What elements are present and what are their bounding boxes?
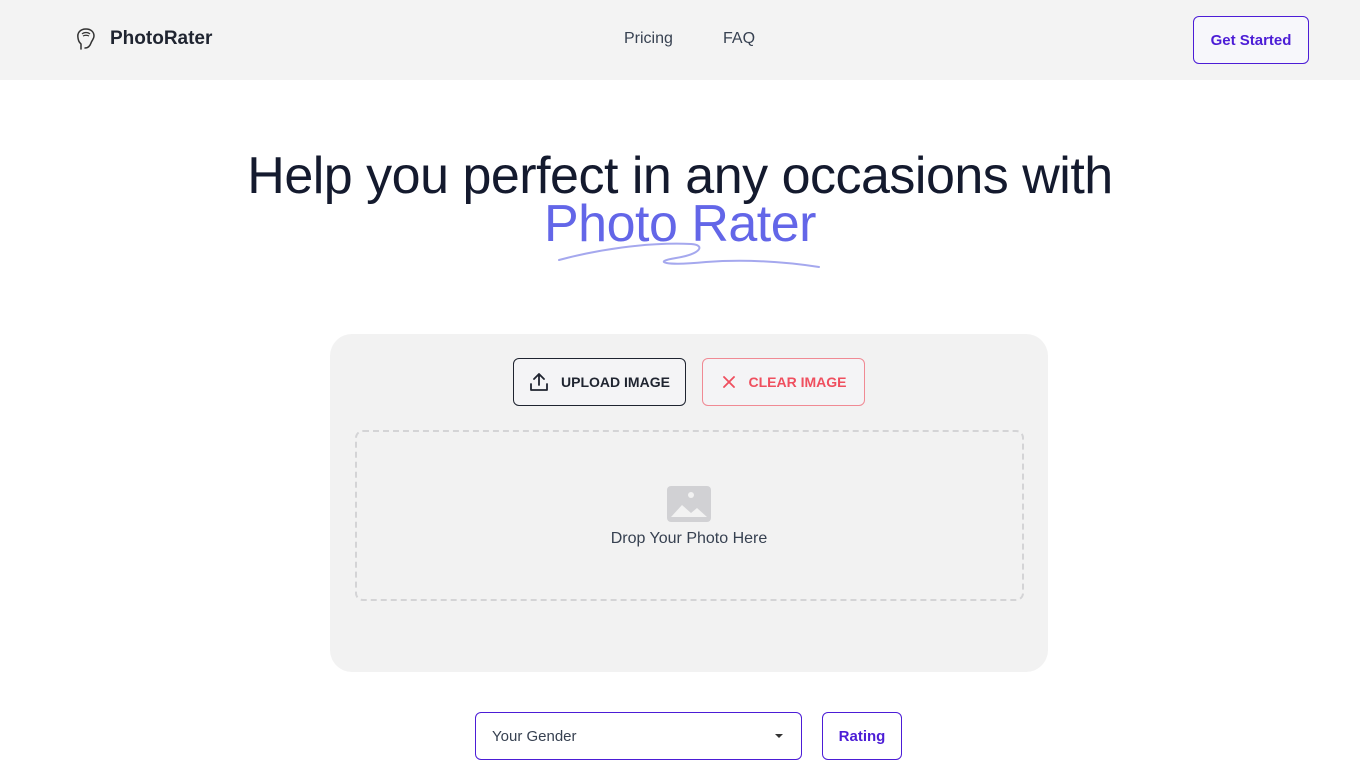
rating-button[interactable]: Rating [822, 712, 902, 760]
brand-logo[interactable]: PhotoRater [74, 26, 212, 52]
clear-image-label: CLEAR IMAGE [748, 374, 847, 390]
upload-image-button[interactable]: UPLOAD IMAGE [513, 358, 686, 406]
nav-pricing[interactable]: Pricing [624, 30, 673, 48]
nav-faq[interactable]: FAQ [723, 30, 755, 48]
gender-select[interactable]: Your Gender [475, 712, 802, 760]
upload-image-label: UPLOAD IMAGE [561, 374, 670, 390]
close-icon [722, 376, 735, 388]
gender-select-value: Your Gender [492, 727, 577, 745]
image-placeholder-icon [667, 486, 711, 522]
brand-name: PhotoRater [110, 28, 213, 49]
get-started-button[interactable]: Get Started [1193, 16, 1309, 64]
hero-line1: Help you perfect in any occasions with [247, 147, 1113, 205]
site-header: PhotoRater Pricing FAQ Get Started [0, 0, 1360, 80]
underline-scribble-icon [558, 242, 820, 268]
head-logo-icon [77, 28, 95, 50]
clear-image-button[interactable]: CLEAR IMAGE [702, 358, 865, 406]
upload-icon [530, 373, 548, 391]
caret-down-icon [775, 734, 783, 738]
drop-text: Drop Your Photo Here [610, 530, 768, 547]
